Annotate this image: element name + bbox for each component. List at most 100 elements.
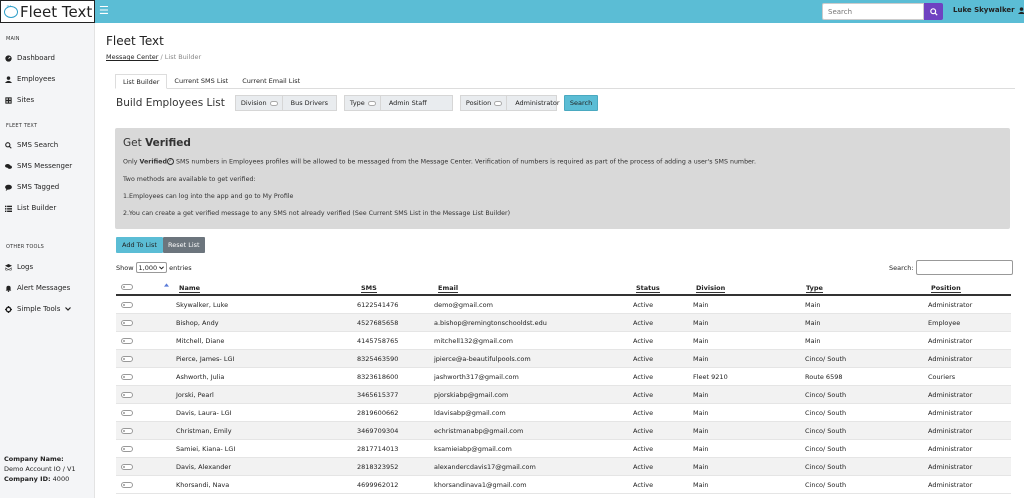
row-select-toggle[interactable] [121, 392, 133, 398]
add-to-list-button[interactable]: Add To List [116, 237, 163, 253]
sidebar-heading-other-tools: OTHER TOOLS [6, 244, 45, 250]
division-select[interactable]: Bus Drivers [283, 99, 336, 107]
cell-position: Administrator [928, 409, 973, 417]
row-select-toggle[interactable] [121, 302, 133, 308]
row-select-toggle[interactable] [121, 482, 133, 488]
table-row[interactable]: Samiei, Kiana- LGI 2817714013 ksamieiabp… [116, 440, 1011, 458]
sidebar-item-sms-messenger[interactable]: SMS Messenger [5, 162, 72, 170]
logo-text: Fleet Text [20, 2, 93, 21]
cell-status: Active [633, 427, 654, 435]
table-search-input[interactable] [915, 260, 1013, 275]
type-select[interactable]: Admin Staff [381, 99, 435, 107]
app-logo[interactable]: Fleet Text [0, 0, 95, 23]
select-all-toggle[interactable] [121, 284, 133, 290]
cell-position: Administrator [928, 355, 973, 363]
row-select-toggle[interactable] [121, 338, 133, 344]
type-toggle[interactable] [367, 100, 376, 106]
column-status[interactable]: Status [636, 284, 660, 293]
menu-toggle-icon[interactable]: ☰ [99, 4, 109, 17]
cell-division: Main [693, 391, 709, 399]
sidebar-item-sms-tagged[interactable]: SMS Tagged [5, 183, 59, 191]
cell-status: Active [633, 445, 654, 453]
search-icon [929, 7, 938, 16]
get-verified-panel: Get Verified Only Verified✓ SMS numbers … [115, 128, 1010, 229]
entries-select[interactable]: 1,000 [135, 262, 168, 273]
cell-division: Main [693, 337, 709, 345]
cell-division: Main [693, 409, 709, 417]
chat-bubble-icon [4, 2, 18, 18]
verified-heading-prefix: Get [123, 137, 142, 149]
cell-name: Pierce, James- LGI [176, 355, 235, 363]
user-menu[interactable]: Luke Skywalker [953, 6, 1024, 14]
sidebar-item-label: SMS Tagged [17, 183, 60, 191]
cell-sms: 8325463590 [357, 355, 399, 363]
sidebar-item-alert-messages[interactable]: Alert Messages [5, 284, 70, 292]
column-name[interactable]: Name [179, 284, 201, 293]
table-row[interactable]: Davis, Laura- LGI 2819600662 ldavisabp@g… [116, 404, 1011, 422]
cell-name: Ashworth, Julia [176, 373, 225, 381]
table-header: Name SMS Email Status Division Type Posi… [116, 279, 1011, 296]
sidebar-item-employees[interactable]: Employees [5, 75, 55, 83]
verified-heading-bold: Verified [145, 137, 191, 149]
row-select-toggle[interactable] [121, 464, 133, 470]
table-row[interactable]: Jorski, Pearl 3465615377 pjorskiabp@gmai… [116, 386, 1011, 404]
sidebar-item-dashboard[interactable]: Dashboard [5, 54, 55, 62]
column-sms[interactable]: SMS [361, 284, 377, 293]
column-position[interactable]: Position [931, 284, 961, 293]
tab-current-sms-list[interactable]: Current SMS List [167, 74, 235, 89]
column-status-label: Status [636, 284, 660, 293]
table-row[interactable]: Ashworth, Julia 8323618600 jashworth317@… [116, 368, 1011, 386]
table-body: Skywalker, Luke 6122541476 demo@gmail.co… [116, 296, 1011, 494]
dashboard-icon [5, 54, 12, 62]
table-row[interactable]: Skywalker, Luke 6122541476 demo@gmail.co… [116, 296, 1011, 314]
table-row[interactable]: Davis, Alexander 2818323952 alexandercda… [116, 458, 1011, 476]
verified-line-4: 2.You can create a get verified message … [123, 210, 511, 217]
column-email-label: Email [438, 284, 459, 293]
sidebar-item-sms-search[interactable]: SMS Search [5, 141, 58, 149]
position-toggle[interactable] [494, 100, 503, 106]
tab-list-builder[interactable]: List Builder [115, 74, 168, 89]
sidebar-item-simple-tools[interactable]: Simple Tools [5, 305, 72, 313]
row-select-toggle[interactable] [121, 320, 133, 326]
tab-current-email-list[interactable]: Current Email List [235, 74, 307, 89]
cell-position: Administrator [928, 481, 973, 489]
breadcrumb: Message Center / List Builder [106, 53, 201, 61]
cell-type: Cinco/ South [805, 409, 847, 417]
row-select-toggle[interactable] [121, 410, 133, 416]
cell-position: Administrator [928, 337, 973, 345]
cell-email: alexandercdavis17@gmail.com [434, 463, 536, 471]
division-toggle[interactable] [269, 100, 278, 106]
reset-list-button[interactable]: Reset List [163, 237, 205, 253]
row-select-toggle[interactable] [121, 374, 133, 380]
entries-length-control: Show 1,000 entries [116, 262, 192, 273]
column-email[interactable]: Email [438, 284, 459, 293]
row-select-toggle[interactable] [121, 446, 133, 452]
table-row[interactable]: Bishop, Andy 4527685658 a.bishop@remingt… [116, 314, 1011, 332]
table-row[interactable]: Christman, Emily 3469709304 echristmanab… [116, 422, 1011, 440]
cell-name: Jorski, Pearl [176, 391, 214, 399]
cell-sms: 4145758765 [357, 337, 399, 345]
sidebar-item-label: Simple Tools [17, 305, 61, 313]
verified-line-1-pre: Only [123, 158, 138, 166]
sidebar-item-list-builder[interactable]: List Builder [5, 204, 56, 212]
row-select-toggle[interactable] [121, 356, 133, 362]
row-select-toggle[interactable] [121, 428, 133, 434]
search-button[interactable]: Search [563, 95, 599, 111]
table-row[interactable]: Khorsandi, Nava 4699962012 khorsandinava… [116, 476, 1011, 494]
table-row[interactable]: Pierce, James- LGI 8325463590 jpierce@a-… [116, 350, 1011, 368]
cell-email: jashworth317@gmail.com [434, 373, 519, 381]
sidebar-item-label: List Builder [17, 204, 57, 212]
column-type[interactable]: Type [806, 284, 823, 293]
global-search-button[interactable] [924, 3, 943, 20]
sidebar-item-logs[interactable]: Logs [5, 263, 33, 271]
position-filter: Position Administrator [459, 95, 560, 111]
column-division[interactable]: Division [696, 284, 726, 293]
sidebar-item-sites[interactable]: Sites [5, 96, 34, 104]
cell-division: Main [693, 427, 709, 435]
tab-bar: List Builder Current SMS List Current Em… [115, 74, 1015, 89]
position-select[interactable]: Administrator [507, 99, 567, 107]
cell-status: Active [633, 391, 654, 399]
breadcrumb-message-center[interactable]: Message Center [106, 53, 158, 61]
global-search-input[interactable] [822, 3, 924, 20]
table-row[interactable]: Mitchell, Diane 4145758765 mitchell132@g… [116, 332, 1011, 350]
